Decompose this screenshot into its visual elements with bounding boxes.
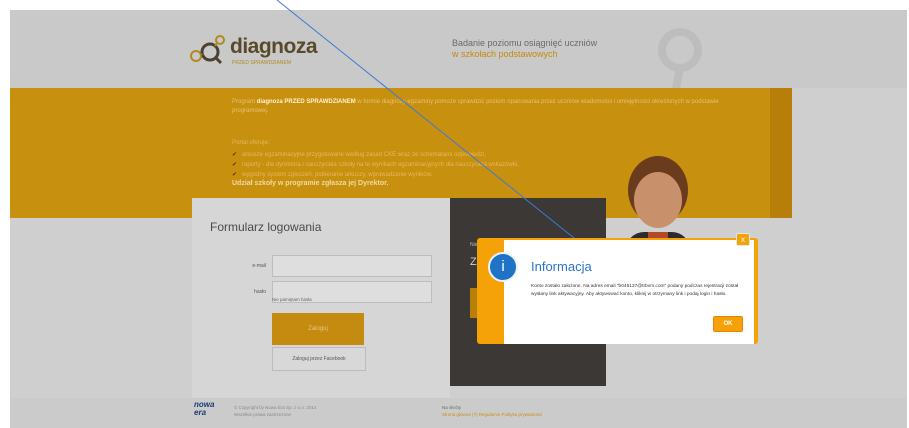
dialog-message: Konto zostało założone. Na adres email "… <box>531 284 739 297</box>
ok-button[interactable]: OK <box>713 316 743 332</box>
info-icon: i <box>488 252 518 282</box>
dialog-title: Informacja <box>531 259 592 274</box>
close-dialog-button[interactable]: x <box>736 233 750 246</box>
pointer-line <box>276 0 607 264</box>
